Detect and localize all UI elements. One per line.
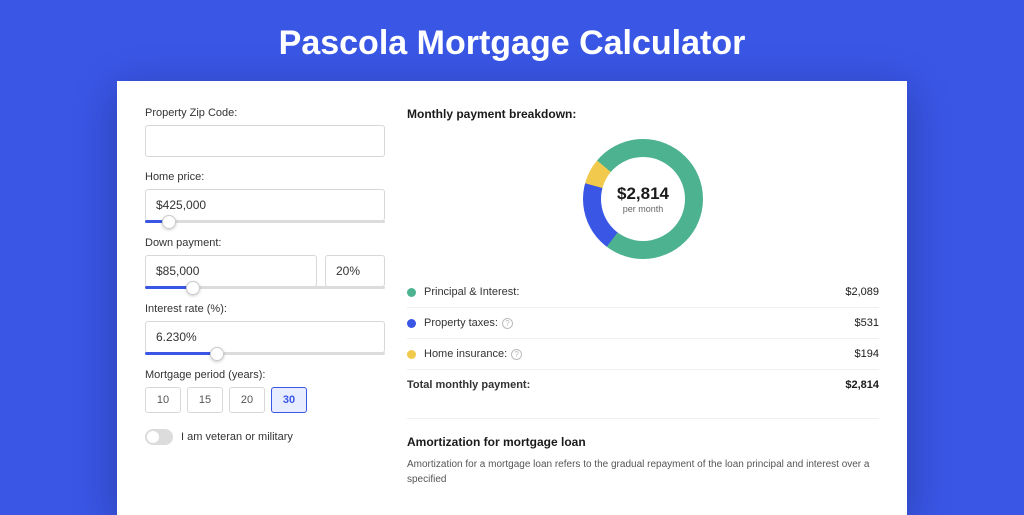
down-payment-slider[interactable] [145, 286, 385, 289]
row-value: $194 [855, 348, 879, 360]
row-value: $2,089 [845, 286, 879, 298]
veteran-toggle[interactable] [145, 429, 173, 445]
color-dot [407, 350, 416, 359]
home-price-label: Home price: [145, 171, 385, 183]
home-price-group: Home price: [145, 171, 385, 223]
row-label: Property taxes:? [424, 317, 855, 329]
zip-input[interactable] [145, 125, 385, 157]
total-value: $2,814 [845, 379, 879, 391]
info-icon[interactable]: ? [502, 318, 513, 329]
down-payment-amount-input[interactable] [145, 255, 317, 287]
breakdown-rows: Principal & Interest:$2,089Property taxe… [407, 277, 879, 369]
donut-wrap: $2,814 per month [407, 131, 879, 277]
amortization-section: Amortization for mortgage loan Amortizat… [407, 418, 879, 487]
page-title: Pascola Mortgage Calculator [0, 0, 1024, 81]
down-payment-label: Down payment: [145, 237, 385, 249]
veteran-row: I am veteran or military [145, 429, 385, 445]
period-label: Mortgage period (years): [145, 369, 385, 381]
info-icon[interactable]: ? [511, 349, 522, 360]
amort-title: Amortization for mortgage loan [407, 435, 879, 449]
breakdown-row: Principal & Interest:$2,089 [407, 277, 879, 307]
interest-label: Interest rate (%): [145, 303, 385, 315]
breakdown-heading: Monthly payment breakdown: [407, 107, 879, 121]
period-button-10[interactable]: 10 [145, 387, 181, 413]
breakdown-row: Property taxes:?$531 [407, 307, 879, 338]
period-group: Mortgage period (years): 10152030 [145, 369, 385, 413]
period-buttons: 10152030 [145, 387, 385, 413]
row-label: Home insurance:? [424, 348, 855, 360]
interest-group: Interest rate (%): [145, 303, 385, 355]
down-payment-group: Down payment: [145, 237, 385, 289]
row-label: Principal & Interest: [424, 286, 845, 298]
breakdown-panel: Monthly payment breakdown: $2,814 per mo… [407, 107, 879, 487]
zip-group: Property Zip Code: [145, 107, 385, 157]
input-panel: Property Zip Code: Home price: Down paym… [145, 107, 385, 487]
veteran-label: I am veteran or military [181, 431, 293, 443]
donut-sub: per month [623, 204, 664, 214]
row-value: $531 [855, 317, 879, 329]
amort-text: Amortization for a mortgage loan refers … [407, 457, 879, 487]
period-button-20[interactable]: 20 [229, 387, 265, 413]
slider-thumb[interactable] [162, 215, 176, 229]
zip-label: Property Zip Code: [145, 107, 385, 119]
donut-center: $2,814 per month [601, 157, 685, 241]
slider-thumb[interactable] [186, 281, 200, 295]
period-button-15[interactable]: 15 [187, 387, 223, 413]
down-payment-percent-input[interactable] [325, 255, 385, 287]
total-row: Total monthly payment: $2,814 [407, 369, 879, 400]
color-dot [407, 319, 416, 328]
breakdown-row: Home insurance:?$194 [407, 338, 879, 369]
donut-amount: $2,814 [617, 184, 669, 204]
home-price-input[interactable] [145, 189, 385, 221]
interest-slider[interactable] [145, 352, 385, 355]
calculator-card: Property Zip Code: Home price: Down paym… [117, 81, 907, 515]
donut-chart: $2,814 per month [583, 139, 703, 259]
slider-thumb[interactable] [210, 347, 224, 361]
home-price-slider[interactable] [145, 220, 385, 223]
interest-input[interactable] [145, 321, 385, 353]
period-button-30[interactable]: 30 [271, 387, 307, 413]
color-dot [407, 288, 416, 297]
total-label: Total monthly payment: [407, 379, 845, 391]
slider-fill [145, 352, 217, 355]
